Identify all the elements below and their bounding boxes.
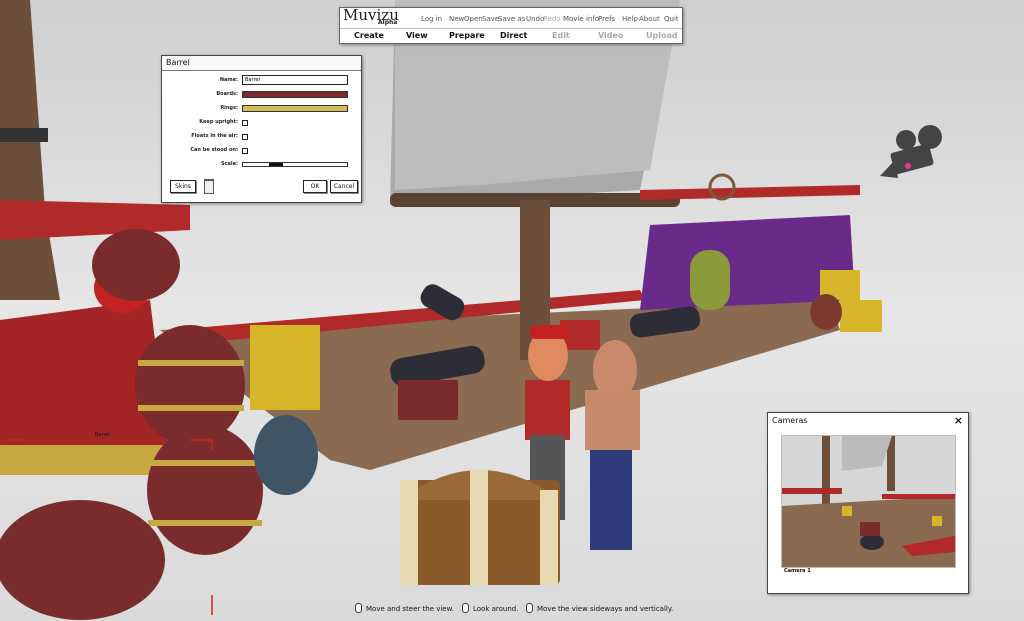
tab-view[interactable]: View xyxy=(406,31,428,40)
menu-about[interactable]: About xyxy=(639,15,660,23)
scale-slider[interactable] xyxy=(242,162,348,167)
barrel-left-top xyxy=(135,325,245,445)
boards-label: Boards: xyxy=(216,91,238,97)
stood-on-label: Can be stood on: xyxy=(190,147,238,153)
tab-video: Video xyxy=(598,31,624,40)
hint-move: Move and steer the view. xyxy=(366,605,454,613)
main-menu-bar: Muvizu Alpha Log in New Open Save Save a… xyxy=(339,6,683,44)
hint-look: Look around. xyxy=(473,605,519,613)
left-mouse-icon xyxy=(355,603,362,613)
menu-divider xyxy=(340,28,682,29)
cameras-panel: Cameras × Camera 1 xyxy=(767,412,969,594)
middle-mouse-icon xyxy=(526,603,533,613)
menu-open[interactable]: Open xyxy=(464,15,483,23)
menu-save-as[interactable]: Save as xyxy=(498,15,525,23)
right-mouse-icon xyxy=(462,603,469,613)
panel-title: Barrel xyxy=(162,56,361,71)
keep-upright-checkbox[interactable] xyxy=(242,120,248,126)
menu-prefs[interactable]: Prefs xyxy=(598,15,615,23)
hint-sideways: Move the view sideways and vertically. xyxy=(537,605,674,613)
tab-prepare[interactable]: Prepare xyxy=(449,31,485,40)
keep-upright-label: Keep upright: xyxy=(199,119,238,125)
treasure-chest xyxy=(400,470,560,585)
rings-color-swatch[interactable] xyxy=(242,105,348,112)
camera-preview-image xyxy=(782,436,955,567)
scale-label: Scale: xyxy=(220,161,238,167)
stood-on-checkbox[interactable] xyxy=(242,148,248,154)
tab-edit: Edit xyxy=(552,31,570,40)
scale-slider-thumb[interactable] xyxy=(269,163,283,166)
menu-quit[interactable]: Quit xyxy=(664,15,679,23)
menu-undo[interactable]: Undo xyxy=(526,15,544,23)
menu-movie-info[interactable]: Movie info xyxy=(563,15,599,23)
barrel-tag: Barrel xyxy=(95,432,110,438)
pirate-character-shirtless xyxy=(585,340,640,550)
cancel-button[interactable]: Cancel xyxy=(330,180,358,193)
camera-1-thumbnail[interactable] xyxy=(781,435,956,568)
skins-button[interactable]: Skins xyxy=(170,180,196,193)
logo-subtitle: Alpha xyxy=(378,19,398,26)
boards-color-swatch[interactable] xyxy=(242,91,348,98)
ok-button[interactable]: OK xyxy=(303,180,327,193)
name-input[interactable]: Barrel xyxy=(242,75,348,85)
menu-redo: Redo xyxy=(543,15,561,23)
menu-help[interactable]: Help xyxy=(622,15,638,23)
tab-upload: Upload xyxy=(646,31,678,40)
name-label: Name: xyxy=(219,77,238,83)
barrel-left-bottom xyxy=(147,425,263,555)
cameras-title: Cameras xyxy=(772,416,808,425)
menu-new[interactable]: New xyxy=(449,15,464,23)
barrel-properties-panel: Barrel Name: Barrel Boards: Rings: Keep … xyxy=(161,55,362,203)
menu-save[interactable]: Save xyxy=(482,15,499,23)
trash-icon[interactable] xyxy=(204,179,214,194)
floats-checkbox[interactable] xyxy=(242,134,248,140)
menu-log-in[interactable]: Log in xyxy=(421,15,442,23)
rings-label: Rings: xyxy=(220,105,238,111)
close-icon[interactable]: × xyxy=(954,414,963,427)
tab-create[interactable]: Create xyxy=(354,31,384,40)
camera-1-label: Camera 1 xyxy=(784,568,811,574)
tab-direct[interactable]: Direct xyxy=(500,31,527,40)
floats-label: Floats in the air: xyxy=(191,133,238,139)
